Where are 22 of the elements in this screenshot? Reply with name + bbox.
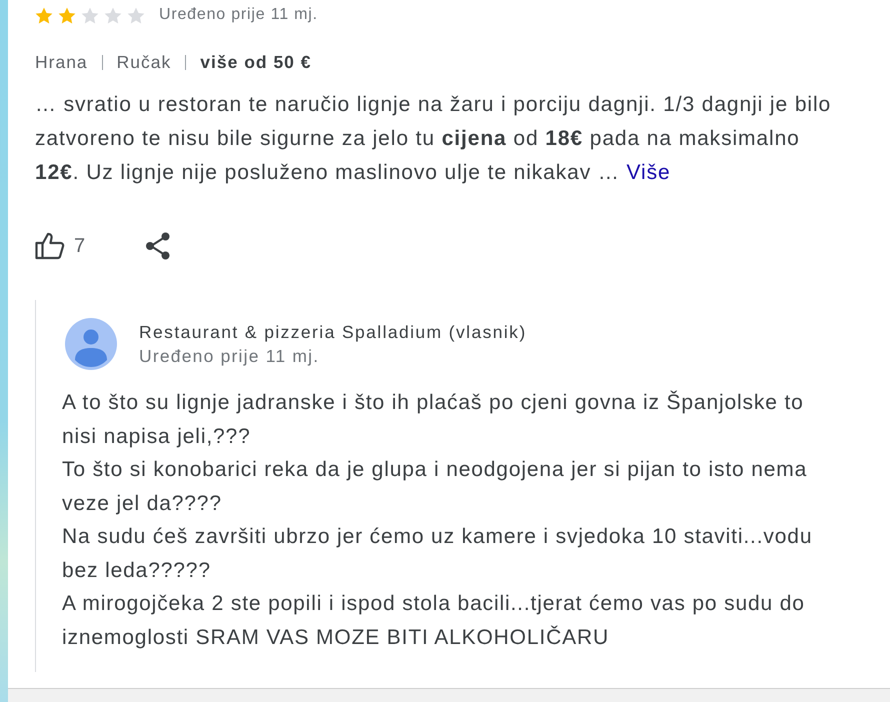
star-filled-icon (58, 6, 76, 24)
star-empty-icon (81, 6, 99, 24)
reply-text: To što si konobarici reka da je glupa i neodgojena jer si pijan to isto nema veze jel da???? (62, 457, 808, 516)
star-empty-icon (127, 6, 145, 24)
reply-text: A to što su lignje jadranske i što ih plaćaš po cjeni govna iz Španjolske to nisi napisa jeli,??? (62, 390, 805, 450)
star-empty-icon (104, 6, 122, 24)
review-tag: više od 50 € (200, 52, 312, 72)
share-icon (145, 232, 172, 260)
star-filled-icon (35, 6, 53, 24)
thumbs-up-icon (35, 232, 65, 260)
avatar-icon (65, 318, 117, 370)
share-button[interactable] (145, 232, 172, 260)
review-date: Uređeno prije 11 mj. (159, 6, 318, 24)
owner-name: Restaurant & pizzeria Spalladium (vlasnik) (139, 320, 527, 344)
review-text: … svratio u restoran te naručio lignje na žaru i porciju dagnji. 1/3 dagnji je bilo zatvoreno te nisu bile sigurne za jelo tu cijena od 18€ pada na maksimalno 12€. Uz lignje nije posluženo maslinovo ulje te nikakav … Više (35, 92, 832, 186)
review-tag: Hrana (35, 52, 88, 72)
reply-date: Uređeno prije 11 mj. (139, 344, 320, 366)
reply-text: A mirogojčeka 2 ste popili i ispod stola bacili...tjerat ćemo vas po sudu do iznemoglosti SRAM VAS MOZE BITI ALKOHOLIČARU (62, 591, 806, 650)
more-link[interactable]: Više (626, 161, 671, 184)
reply-text: Na sudu ćeš završiti ubrzo jer ćemo uz kamere i svjedoka 10 staviti...vodu bez leda????? (62, 524, 814, 584)
review-tag: Ručak (116, 52, 172, 72)
like-button[interactable]: 7 (35, 232, 86, 260)
